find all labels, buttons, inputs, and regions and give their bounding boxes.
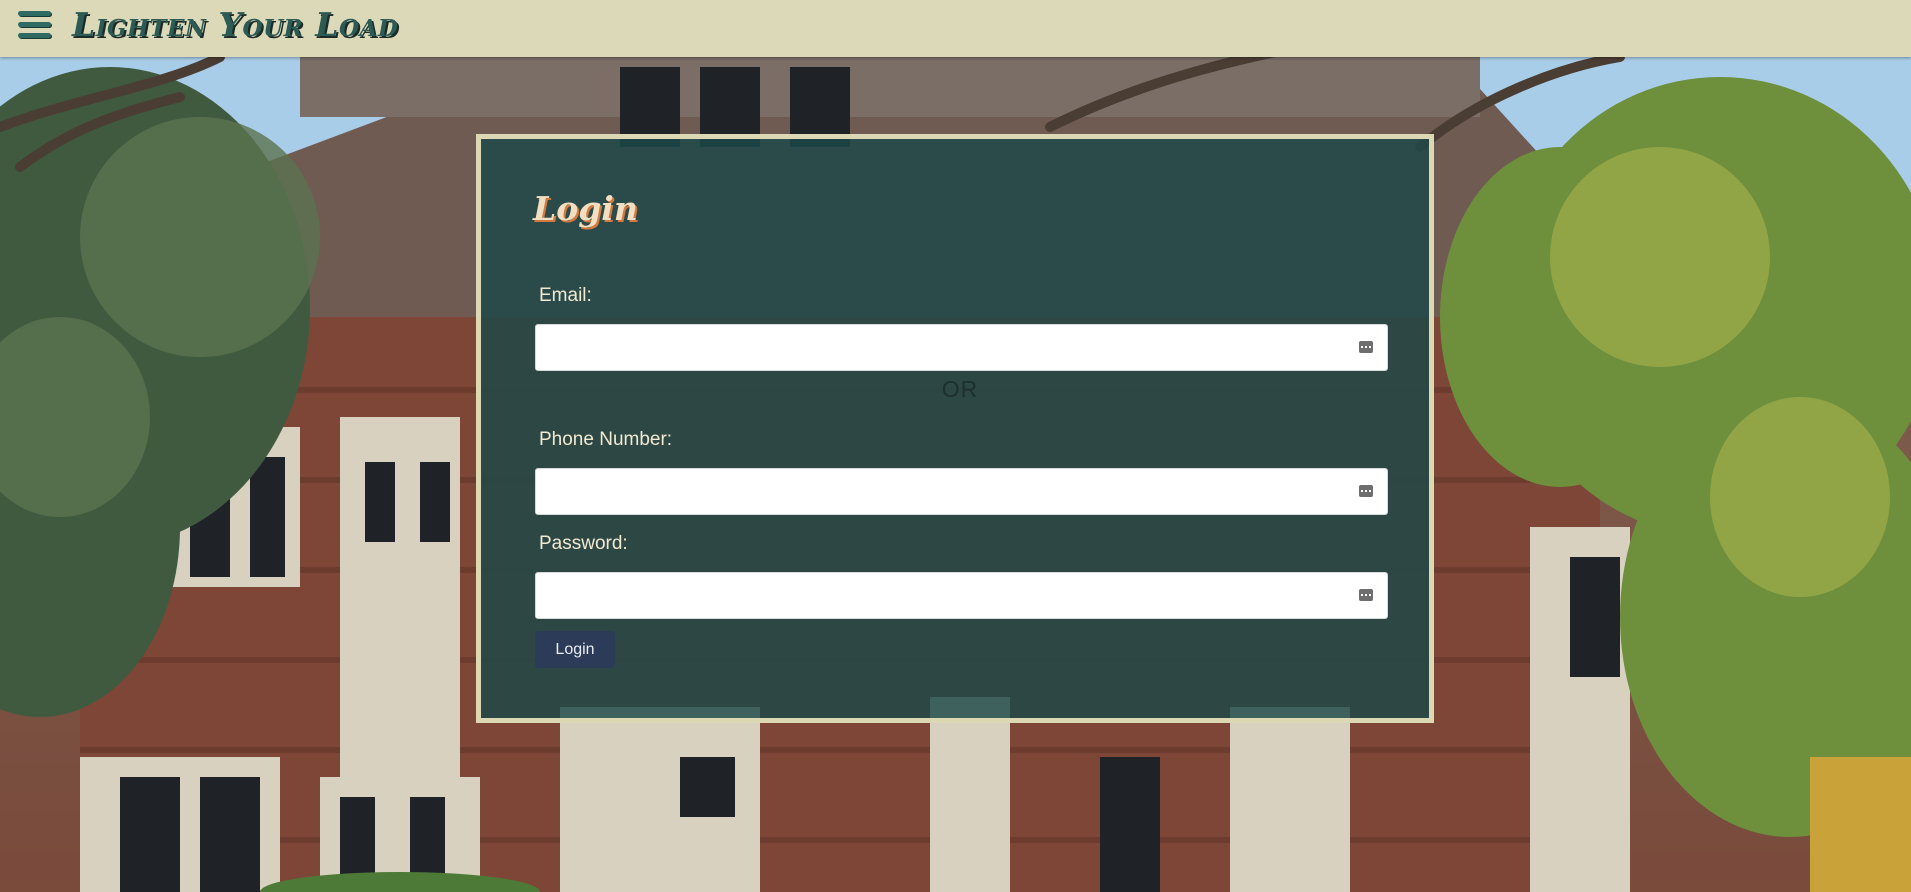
password-field-wrapper: [535, 572, 1388, 619]
autofill-icon[interactable]: [1359, 341, 1373, 353]
site-brand[interactable]: Lighten Your Load: [72, 5, 398, 44]
login-panel: Login Email: OR Phone Number: Password: …: [476, 134, 1434, 723]
login-button[interactable]: Login: [535, 631, 615, 668]
email-field-wrapper: [535, 324, 1388, 371]
hamburger-menu-icon[interactable]: [18, 10, 51, 40]
autofill-icon[interactable]: [1359, 485, 1373, 497]
phone-input[interactable]: [536, 469, 1387, 514]
password-input[interactable]: [536, 573, 1387, 618]
password-label: Password:: [539, 533, 628, 554]
email-label: Email:: [539, 285, 592, 306]
login-title: Login: [533, 189, 638, 228]
or-separator: OR: [941, 376, 979, 402]
top-navbar: Lighten Your Load: [0, 0, 1911, 57]
phone-field-wrapper: [535, 468, 1388, 515]
phone-label: Phone Number:: [539, 429, 673, 450]
autofill-icon[interactable]: [1359, 589, 1373, 601]
email-input[interactable]: [536, 325, 1387, 370]
